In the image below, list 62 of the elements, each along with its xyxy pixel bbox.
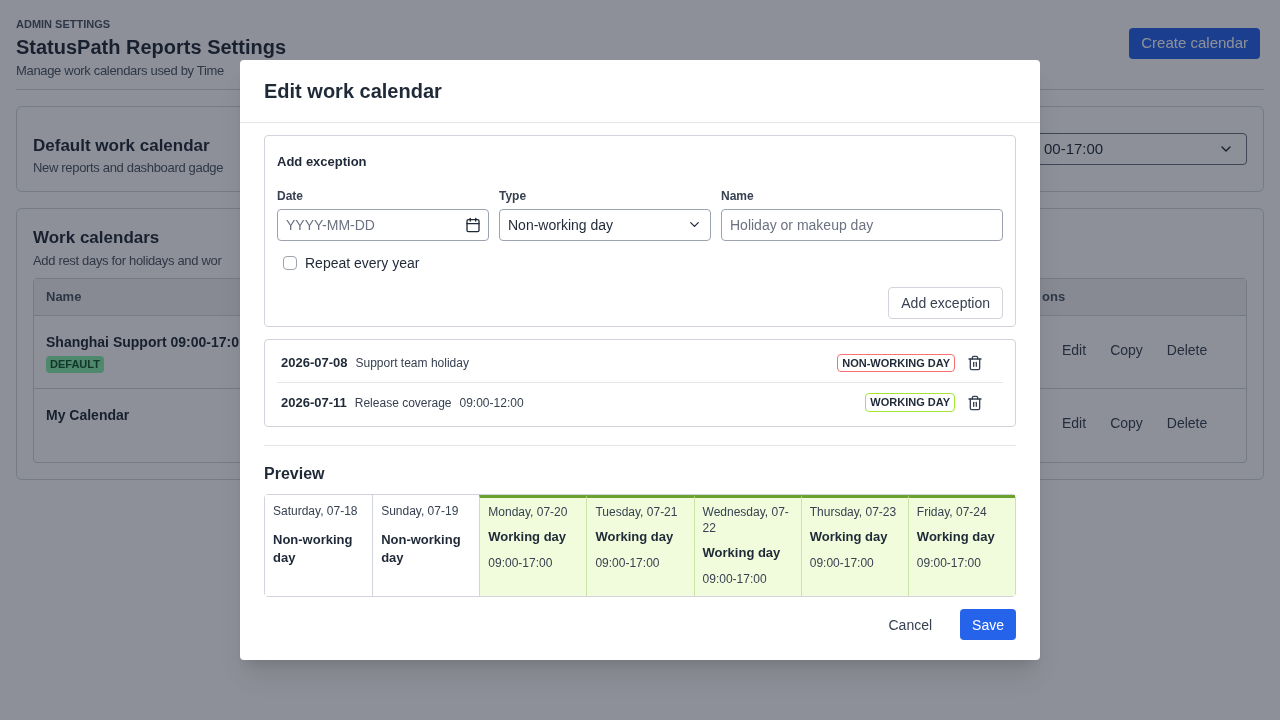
field-label: Date xyxy=(277,187,304,204)
save-button[interactable]: Save xyxy=(960,609,1016,640)
row-action-button[interactable]: Delete xyxy=(1166,339,1208,361)
card-title: Work calendars xyxy=(33,227,160,249)
day-status: Non-working day xyxy=(381,531,462,567)
day-date: Wednesday, 07-22 xyxy=(702,504,790,536)
exception-name: Release coverage xyxy=(354,394,452,411)
calendar-icon[interactable] xyxy=(465,216,481,233)
exception-date: 2026-07-11 xyxy=(281,393,347,412)
calendar-name: My Calendar xyxy=(46,406,130,425)
repeat-checkbox[interactable] xyxy=(283,255,297,270)
day-hours: 09:00-17:00 xyxy=(916,555,982,572)
exception-date: 2026-07-08 xyxy=(281,354,348,373)
page-subtitle: Manage work calendars used by Time xyxy=(16,61,224,80)
add-exception-button[interactable]: Add exception xyxy=(888,286,1003,319)
day-date: Sunday, 07-19 xyxy=(381,503,460,519)
column-header: ons xyxy=(1041,288,1067,307)
row-action-button[interactable]: Copy xyxy=(1110,339,1143,361)
day-date: Friday, 07-24 xyxy=(916,504,988,520)
name-field[interactable]: Holiday or makeup day xyxy=(721,208,1003,241)
day-hours: 09:00-17:00 xyxy=(809,555,875,572)
card-description: Add rest days for holidays and wor xyxy=(33,251,222,270)
create-calendar-button[interactable]: Create calendar xyxy=(1129,28,1260,59)
type-select[interactable]: Non-working day xyxy=(499,208,711,241)
trash-icon[interactable] xyxy=(967,394,983,411)
trash-icon[interactable] xyxy=(967,355,983,371)
page-title: StatusPath Reports Settings xyxy=(16,34,287,60)
panel-title: Add exception xyxy=(277,153,368,171)
row-action-button[interactable]: Edit xyxy=(1062,413,1087,434)
calendar-name: Shanghai Support 09:00-17:0 xyxy=(46,333,239,352)
card-description: New reports and dashboard gadge xyxy=(33,159,224,177)
row-action-button[interactable]: Edit xyxy=(1062,339,1087,361)
day-status: Working day xyxy=(809,528,889,546)
card-title: Default work calendar xyxy=(33,134,210,157)
day-status: Non-working day xyxy=(273,531,354,567)
page-eyebrow: ADMIN SETTINGS xyxy=(16,17,112,32)
repeat-label: Repeat every year xyxy=(305,253,420,273)
row-action-button[interactable]: Copy xyxy=(1110,413,1143,434)
default-badge: DEFAULT xyxy=(46,356,104,373)
field-label: Name xyxy=(721,187,755,204)
day-hours: 09:00-17:00 xyxy=(702,571,768,588)
dialog-title: Edit work calendar xyxy=(264,79,442,104)
cancel-button[interactable]: Cancel xyxy=(880,614,941,635)
day-date: Monday, 07-20 xyxy=(488,504,569,520)
column-header: Name xyxy=(46,289,82,305)
day-hours: 09:00-17:00 xyxy=(488,555,554,572)
exception-name: Support team holiday xyxy=(355,355,469,371)
row-action-button[interactable]: Delete xyxy=(1166,413,1208,434)
day-type-tag: NON-WORKING DAY xyxy=(837,353,955,373)
day-status: Working day xyxy=(488,528,568,546)
day-status: Working day xyxy=(702,544,782,562)
day-type-tag: WORKING DAY xyxy=(865,393,955,412)
preview-title: Preview xyxy=(264,464,326,484)
day-date: Tuesday, 07-21 xyxy=(595,504,679,520)
day-date: Saturday, 07-18 xyxy=(273,503,359,519)
date-field[interactable]: YYYY-MM-DD xyxy=(277,208,489,241)
field-label: Type xyxy=(499,187,528,204)
day-status: Working day xyxy=(595,528,675,546)
day-status: Working day xyxy=(916,528,996,546)
day-date: Thursday, 07-23 xyxy=(809,504,898,520)
exception-hours: 09:00-12:00 xyxy=(459,394,524,411)
day-hours: 09:00-17:00 xyxy=(595,555,661,572)
